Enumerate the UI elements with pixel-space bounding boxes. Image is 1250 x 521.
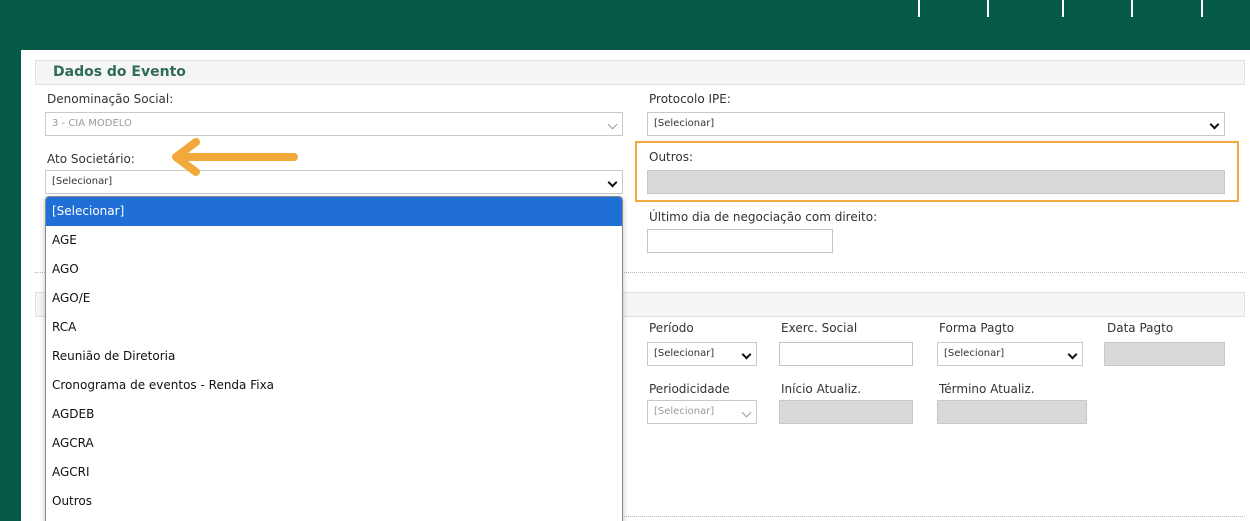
forma-pagto-label: Forma Pagto xyxy=(939,321,1015,335)
data-pagto-input[interactable] xyxy=(1104,342,1225,366)
top-mark xyxy=(987,0,989,17)
top-mark xyxy=(1062,0,1064,17)
termino-atualiz-label: Término Atualiz. xyxy=(939,382,1035,396)
denominacao-select[interactable]: 3 - CIA MODELO xyxy=(45,112,623,136)
denominacao-value: 3 - CIA MODELO xyxy=(52,118,132,129)
top-decoration xyxy=(915,0,1250,18)
chevron-down-icon xyxy=(741,407,752,418)
inicio-atualiz-label: Início Atualiz. xyxy=(781,382,862,396)
ato-select[interactable]: [Selecionar] xyxy=(45,170,623,194)
periodicidade-select[interactable]: [Selecionar] xyxy=(647,400,757,424)
outros-label: Outros: xyxy=(649,150,694,164)
periodo-select[interactable]: [Selecionar] xyxy=(647,342,757,366)
ato-label: Ato Societário: xyxy=(47,152,135,166)
forma-pagto-value: [Selecionar] xyxy=(944,348,1005,359)
dropdown-option-cronograma[interactable]: Cronograma de eventos - Renda Fixa xyxy=(46,371,622,400)
dropdown-option-ago-e[interactable]: AGO/E xyxy=(46,284,622,313)
termino-atualiz-input[interactable] xyxy=(937,400,1087,424)
protocolo-label: Protocolo IPE: xyxy=(649,92,731,106)
arrow-left-icon xyxy=(172,138,298,176)
ato-value: [Selecionar] xyxy=(52,176,113,187)
periodo-label: Período xyxy=(649,321,694,335)
section-title: Dados do Evento xyxy=(53,64,186,80)
inicio-atualiz-input[interactable] xyxy=(779,400,913,424)
section-divider-2 xyxy=(621,516,1245,517)
protocolo-value: [Selecionar] xyxy=(654,118,715,129)
data-pagto-label: Data Pagto xyxy=(1107,321,1174,335)
top-mark xyxy=(1131,0,1133,17)
periodicidade-label: Periodicidade xyxy=(649,382,730,396)
chevron-down-icon xyxy=(607,119,618,130)
dropdown-option-ago[interactable]: AGO xyxy=(46,255,622,284)
dropdown-option-selecionar[interactable]: [Selecionar] xyxy=(46,197,622,226)
forma-pagto-select[interactable]: [Selecionar] xyxy=(937,342,1083,366)
ato-dropdown-list[interactable]: [Selecionar] AGE AGO AGO/E RCA Reunião d… xyxy=(45,196,623,521)
top-mark xyxy=(1201,0,1203,17)
chevron-down-icon xyxy=(1209,119,1220,130)
chevron-down-icon xyxy=(741,349,752,360)
outros-input[interactable] xyxy=(647,170,1225,194)
chevron-down-icon xyxy=(1067,349,1078,360)
ultimo-dia-input[interactable] xyxy=(647,229,833,253)
dropdown-option-outros[interactable]: Outros xyxy=(46,487,622,516)
protocolo-select[interactable]: [Selecionar] xyxy=(647,112,1225,136)
dropdown-option-agcra[interactable]: AGCRA xyxy=(46,429,622,458)
event-form-panel: Dados do Evento Denominação Social: 3 - … xyxy=(21,50,1250,521)
exerc-social-input[interactable] xyxy=(779,342,913,366)
dropdown-option-agdeb[interactable]: AGDEB xyxy=(46,400,622,429)
section-header: Dados do Evento xyxy=(35,60,1245,85)
periodicidade-value: [Selecionar] xyxy=(654,406,715,417)
denominacao-label: Denominação Social: xyxy=(47,92,174,106)
ultimo-dia-label: Último dia de negociação com direito: xyxy=(649,210,878,224)
chevron-down-icon xyxy=(607,177,618,188)
dropdown-option-age[interactable]: AGE xyxy=(46,226,622,255)
exerc-social-label: Exerc. Social xyxy=(781,321,858,335)
periodo-value: [Selecionar] xyxy=(654,348,715,359)
dropdown-option-rca[interactable]: RCA xyxy=(46,313,622,342)
top-mark xyxy=(918,0,920,17)
dropdown-option-agcri[interactable]: AGCRI xyxy=(46,458,622,487)
dropdown-option-reuniao-diretoria[interactable]: Reunião de Diretoria xyxy=(46,342,622,371)
